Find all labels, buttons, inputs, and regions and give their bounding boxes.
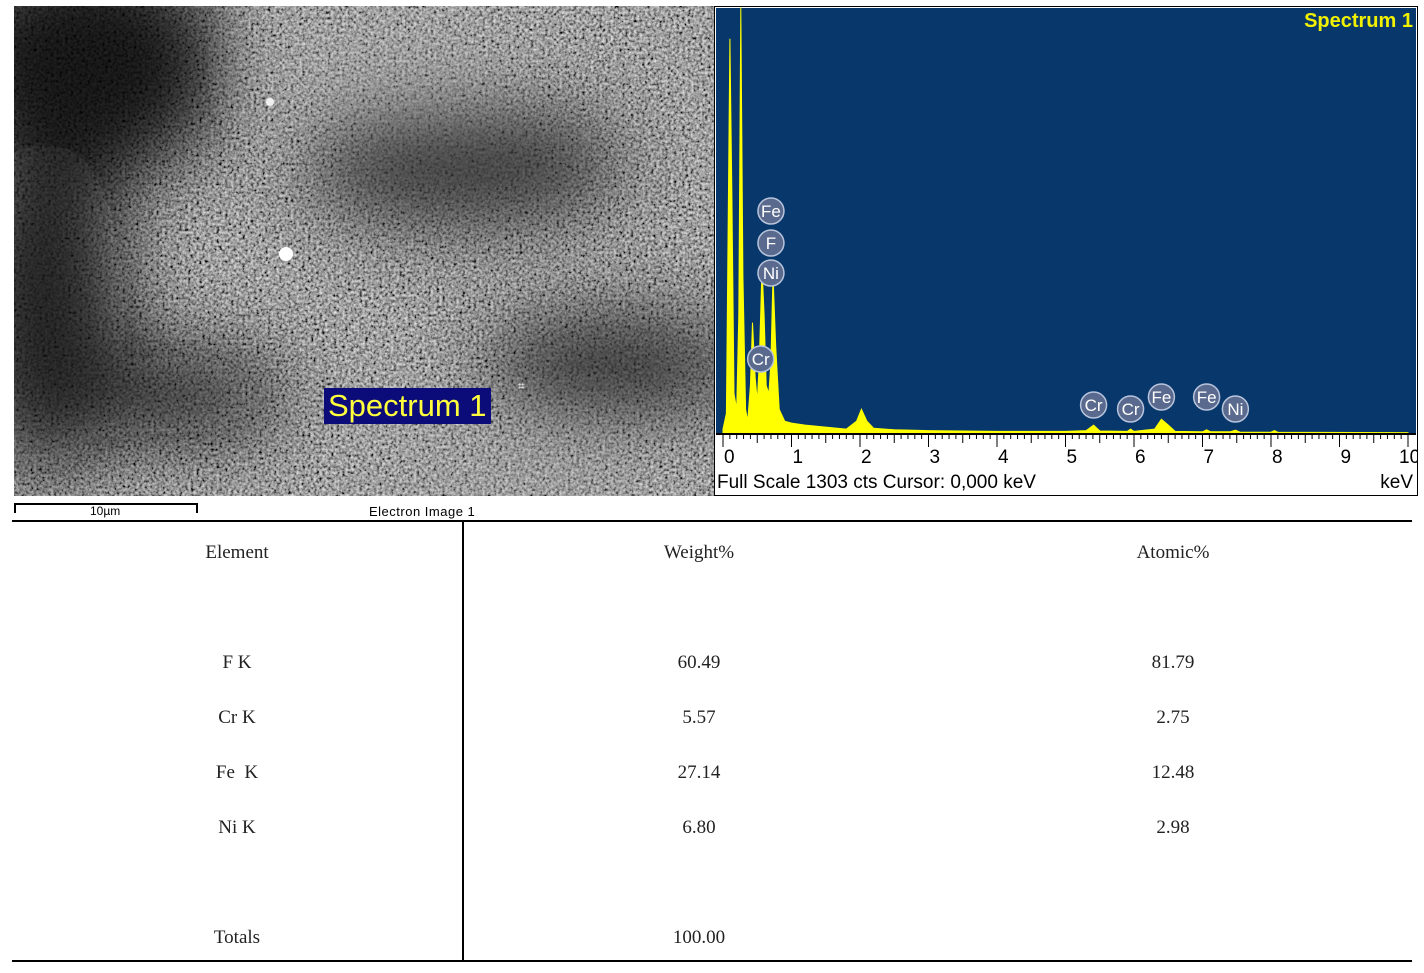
peak-label-fe[interactable]: Fe <box>757 197 785 225</box>
svg-text:Ni: Ni <box>763 264 779 283</box>
header-atomic: Atomic% <box>1136 542 1210 563</box>
header-element: Element <box>205 542 269 563</box>
x-tick-label: 1 <box>793 447 804 468</box>
spectrum-marker-label[interactable]: Spectrum 1 <box>324 388 491 424</box>
bright-particle <box>279 247 293 261</box>
spectrum-panel: 0 1 2 3 4 5 6 7 8 9 10 Fe F Ni Cr Cr Cr Fe Fe Ni Spectrum … <box>714 6 1418 496</box>
peak-label-fe[interactable]: Fe <box>1147 383 1176 411</box>
row-atomic: 2.98 <box>1156 817 1190 838</box>
x-tick-label: 0 <box>724 447 735 468</box>
crosshair-icon[interactable]: ⌗ <box>518 380 530 392</box>
row-element: Fe K <box>215 762 259 783</box>
row-element: Cr K <box>218 707 256 728</box>
x-tick-label: 4 <box>998 447 1009 468</box>
svg-text:Cr: Cr <box>752 350 770 369</box>
row-weight: 27.14 <box>677 762 721 783</box>
totals-weight: 100.00 <box>672 927 726 948</box>
peak-label-cr[interactable]: Cr <box>1116 395 1145 423</box>
results-table: Element Weight% Atomic% F K 60.49 81.79 … <box>12 520 1412 962</box>
electron-image: Spectrum 1 ⌗ <box>14 6 714 496</box>
row-element: F K <box>222 652 252 673</box>
spectrum-status-text: Full Scale 1303 cts Cursor: 0,000 keV <box>717 472 1036 493</box>
electron-image-caption: Electron Image 1 <box>369 504 476 519</box>
svg-text:Ni: Ni <box>1227 400 1243 419</box>
x-tick-label: 2 <box>861 447 872 468</box>
x-tick-label: 7 <box>1204 447 1215 468</box>
column-divider <box>462 522 464 960</box>
svg-text:Cr: Cr <box>1122 400 1140 419</box>
spectrum-title: Spectrum 1 <box>1304 10 1413 32</box>
svg-text:F: F <box>766 234 776 253</box>
x-tick-label: 9 <box>1341 447 1352 468</box>
peak-label-f[interactable]: F <box>757 229 785 257</box>
totals-label: Totals <box>213 927 261 948</box>
row-element: Ni K <box>218 817 256 838</box>
row-weight: 6.80 <box>682 817 716 838</box>
x-tick-label: 6 <box>1135 447 1146 468</box>
x-tick-label: 10 <box>1399 447 1417 468</box>
row-weight: 5.57 <box>682 707 716 728</box>
svg-text:Fe: Fe <box>1151 388 1171 407</box>
row-atomic: 12.48 <box>1151 762 1195 783</box>
spectrum-unit-label: keV <box>1380 472 1413 493</box>
svg-text:Fe: Fe <box>1197 388 1217 407</box>
peak-label-fe[interactable]: Fe <box>1192 383 1221 411</box>
peak-label-ni[interactable]: Ni <box>1221 395 1250 423</box>
x-tick-label: 5 <box>1067 447 1078 468</box>
row-atomic: 2.75 <box>1156 707 1190 728</box>
row-weight: 60.49 <box>677 652 721 673</box>
spectrum-plot-area <box>716 8 1416 433</box>
spectrum-chart[interactable]: 0 1 2 3 4 5 6 7 8 9 10 Fe F Ni Cr Cr Cr Fe Fe Ni <box>715 7 1417 495</box>
peak-label-cr[interactable]: Cr <box>746 345 775 373</box>
bright-particle <box>266 98 274 106</box>
x-tick-label: 8 <box>1272 447 1283 468</box>
row-atomic: 81.79 <box>1151 652 1195 673</box>
svg-text:Fe: Fe <box>761 202 781 221</box>
x-tick-label: 3 <box>930 447 941 468</box>
svg-text:Cr: Cr <box>1085 396 1103 415</box>
peak-label-ni[interactable]: Ni <box>757 259 785 287</box>
header-weight: Weight% <box>663 542 735 563</box>
scale-bar-label: 10µm <box>90 504 121 518</box>
peak-label-cr[interactable]: Cr <box>1079 391 1108 419</box>
